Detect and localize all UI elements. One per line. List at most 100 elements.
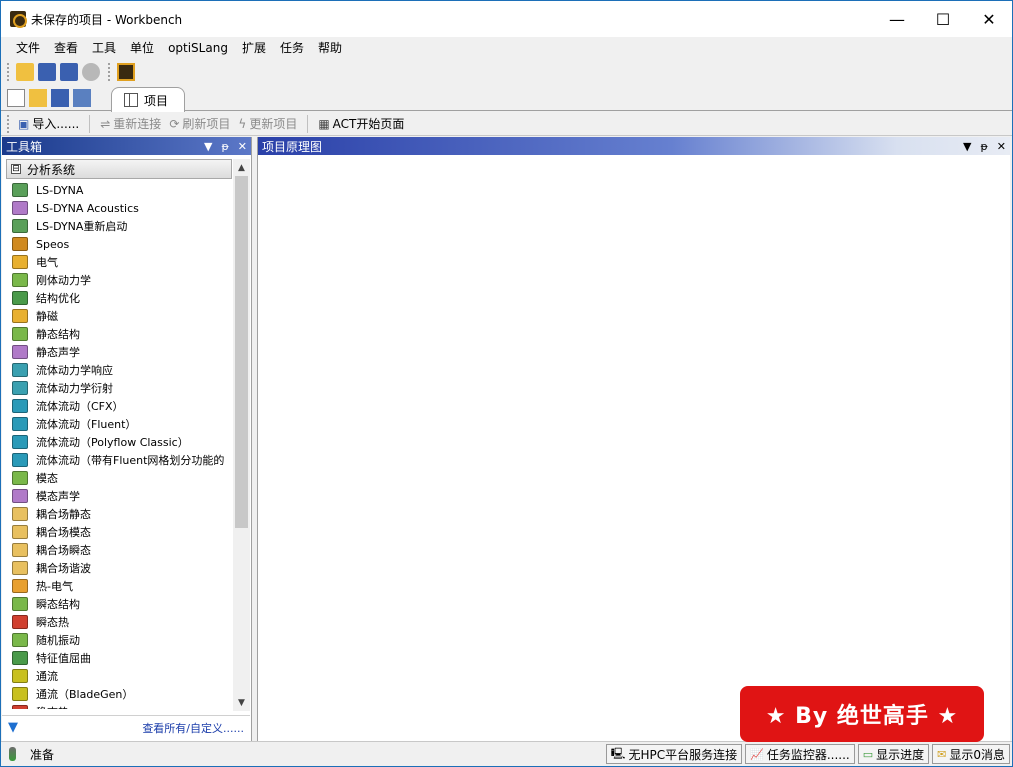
collapse-icon[interactable]: ⊟ xyxy=(11,164,21,174)
analysis-systems-list: LS-DYNA LS-DYNA Acoustics LS-DYNA重新启动 Speos… xyxy=(6,181,232,709)
open-folder-icon[interactable] xyxy=(29,89,47,107)
toolbox-close-icon[interactable]: ✕ xyxy=(238,140,247,153)
list-item[interactable]: 耦合场谐波 xyxy=(6,559,232,577)
job-monitor-button[interactable]: 📈 任务监控器...... xyxy=(745,744,855,764)
show-progress-label: 显示进度 xyxy=(876,747,925,762)
save-icon[interactable] xyxy=(51,89,69,107)
analysis-system-icon xyxy=(12,561,28,575)
refresh-project-button[interactable]: ⟳ 刷新项目 xyxy=(165,113,234,135)
list-item[interactable]: 静态结构 xyxy=(6,325,232,343)
list-item[interactable]: 流体流动（带有Fluent网格划分功能的 xyxy=(6,451,232,469)
analysis-system-icon xyxy=(12,273,28,287)
tab-project[interactable]: 项目 xyxy=(111,87,185,112)
act-start-page-label: ACT开始页面 xyxy=(332,117,405,131)
new-file-icon[interactable] xyxy=(7,89,25,107)
minimize-button[interactable]: — xyxy=(874,1,920,37)
optislang-icon[interactable] xyxy=(117,63,135,81)
list-item[interactable]: 随机振动 xyxy=(6,631,232,649)
close-button[interactable]: ✕ xyxy=(966,1,1012,37)
list-item[interactable]: Speos xyxy=(6,235,232,253)
list-item[interactable]: 流体动力学衍射 xyxy=(6,379,232,397)
scroll-up-icon[interactable]: ▲ xyxy=(233,159,250,176)
list-item-label: 流体流动（Fluent） xyxy=(36,418,137,431)
act-start-page-button[interactable]: ▦ ACT开始页面 xyxy=(314,113,408,135)
toolbox-scrollbar[interactable]: ▲ ▼ xyxy=(233,159,250,711)
toolbox-dropdown-icon[interactable]: ▼ xyxy=(204,140,212,153)
list-item[interactable]: 模态声学 xyxy=(6,487,232,505)
list-item[interactable]: 静磁 xyxy=(6,307,232,325)
project-schematic-panel[interactable]: 项目原理图 ▼ ᵽ ✕ xyxy=(257,137,1010,741)
schematic-pin-icon[interactable]: ᵽ xyxy=(980,140,987,153)
list-item[interactable]: 模态 xyxy=(6,469,232,487)
refresh-icon: ⟳ xyxy=(169,116,180,131)
import-label: 导入...... xyxy=(32,117,80,131)
list-item[interactable]: LS-DYNA xyxy=(6,181,232,199)
menu-help[interactable]: 帮助 xyxy=(311,37,349,59)
toolbar-project-grip[interactable] xyxy=(7,114,10,133)
reconnect-button[interactable]: ⇌ 重新连接 xyxy=(96,113,165,135)
file-quick-actions xyxy=(5,89,93,107)
show-progress-button[interactable]: ▭ 显示进度 xyxy=(857,744,930,764)
save-as-icon[interactable] xyxy=(73,89,91,107)
list-item[interactable]: 结构优化 xyxy=(6,289,232,307)
list-item[interactable]: 通流 xyxy=(6,667,232,685)
list-item[interactable]: 耦合场模态 xyxy=(6,523,232,541)
menu-optislang[interactable]: optiSLang xyxy=(161,37,235,59)
list-item[interactable]: 瞬态热 xyxy=(6,613,232,631)
toolbox-pin-icon[interactable]: ᵽ xyxy=(221,140,228,153)
list-item[interactable]: LS-DYNA Acoustics xyxy=(6,199,232,217)
list-item[interactable]: 流体动力学响应 xyxy=(6,361,232,379)
list-item[interactable]: 静态声学 xyxy=(6,343,232,361)
list-item[interactable]: 热-电气 xyxy=(6,577,232,595)
list-item-label: 流体动力学衍射 xyxy=(36,382,113,395)
toolbar-grip[interactable] xyxy=(7,63,10,81)
schematic-title: 项目原理图 xyxy=(262,139,323,154)
scroll-down-icon[interactable]: ▼ xyxy=(233,694,250,711)
list-item-label: 耦合场谐波 xyxy=(36,562,91,575)
schematic-close-icon[interactable]: ✕ xyxy=(997,140,1006,153)
analysis-systems-group[interactable]: ⊟ 分析系统 xyxy=(6,159,232,179)
list-item-label: 通流 xyxy=(36,670,58,683)
show-messages-button[interactable]: ✉ 显示0消息 xyxy=(932,744,1010,764)
menu-units[interactable]: 单位 xyxy=(123,37,161,59)
list-item-label: 稳态热 xyxy=(36,704,69,709)
analysis-system-icon xyxy=(12,705,28,709)
maximize-button[interactable]: ☐ xyxy=(920,1,966,37)
list-item[interactable]: 流体流动（CFX） xyxy=(6,397,232,415)
toolbar-grip-2[interactable] xyxy=(108,63,111,81)
list-item[interactable]: 特征值屈曲 xyxy=(6,649,232,667)
list-item[interactable]: 流体流动（Polyflow Classic） xyxy=(6,433,232,451)
status-ready-label: 准备 xyxy=(30,747,55,762)
menu-view[interactable]: 查看 xyxy=(47,37,85,59)
hpc-connection-button[interactable]: 🖳 无HPC平台服务连接 xyxy=(605,744,743,764)
list-item[interactable]: 稳态热 xyxy=(6,703,232,709)
list-item[interactable]: 通流（BladeGen） xyxy=(6,685,232,703)
update-project-button[interactable]: ϟ 更新项目 xyxy=(234,113,301,135)
menu-jobs[interactable]: 任务 xyxy=(273,37,311,59)
menu-extensions[interactable]: 扩展 xyxy=(235,37,273,59)
list-item[interactable]: 耦合场瞬态 xyxy=(6,541,232,559)
save-remote-icon[interactable] xyxy=(60,63,78,81)
menu-tools[interactable]: 工具 xyxy=(85,37,123,59)
filter-icon[interactable]: ▼ xyxy=(8,720,18,735)
list-item[interactable]: 瞬态结构 xyxy=(6,595,232,613)
analysis-system-icon xyxy=(12,687,28,701)
list-item[interactable]: 刚体动力学 xyxy=(6,271,232,289)
disc-icon[interactable] xyxy=(82,63,100,81)
menu-file[interactable]: 文件 xyxy=(9,37,47,59)
list-item[interactable]: 电气 xyxy=(6,253,232,271)
list-item-label: 流体动力学响应 xyxy=(36,364,113,377)
open-archive-icon[interactable] xyxy=(16,63,34,81)
list-item[interactable]: 流体流动（Fluent） xyxy=(6,415,232,433)
schematic-dropdown-icon[interactable]: ▼ xyxy=(963,140,971,153)
view-all-customize-link[interactable]: 查看所有/自定义...... xyxy=(142,720,244,736)
status-indicator-icon xyxy=(9,747,16,761)
import-button[interactable]: ▣ 导入...... xyxy=(14,113,83,135)
scroll-thumb[interactable] xyxy=(235,176,248,528)
analysis-system-icon xyxy=(12,399,28,413)
analysis-system-icon xyxy=(12,291,28,305)
save-cloud-icon[interactable] xyxy=(38,63,56,81)
list-item[interactable]: LS-DYNA重新启动 xyxy=(6,217,232,235)
toolbox-header: 工具箱 ▼ ᵽ ✕ xyxy=(2,137,251,155)
list-item[interactable]: 耦合场静态 xyxy=(6,505,232,523)
